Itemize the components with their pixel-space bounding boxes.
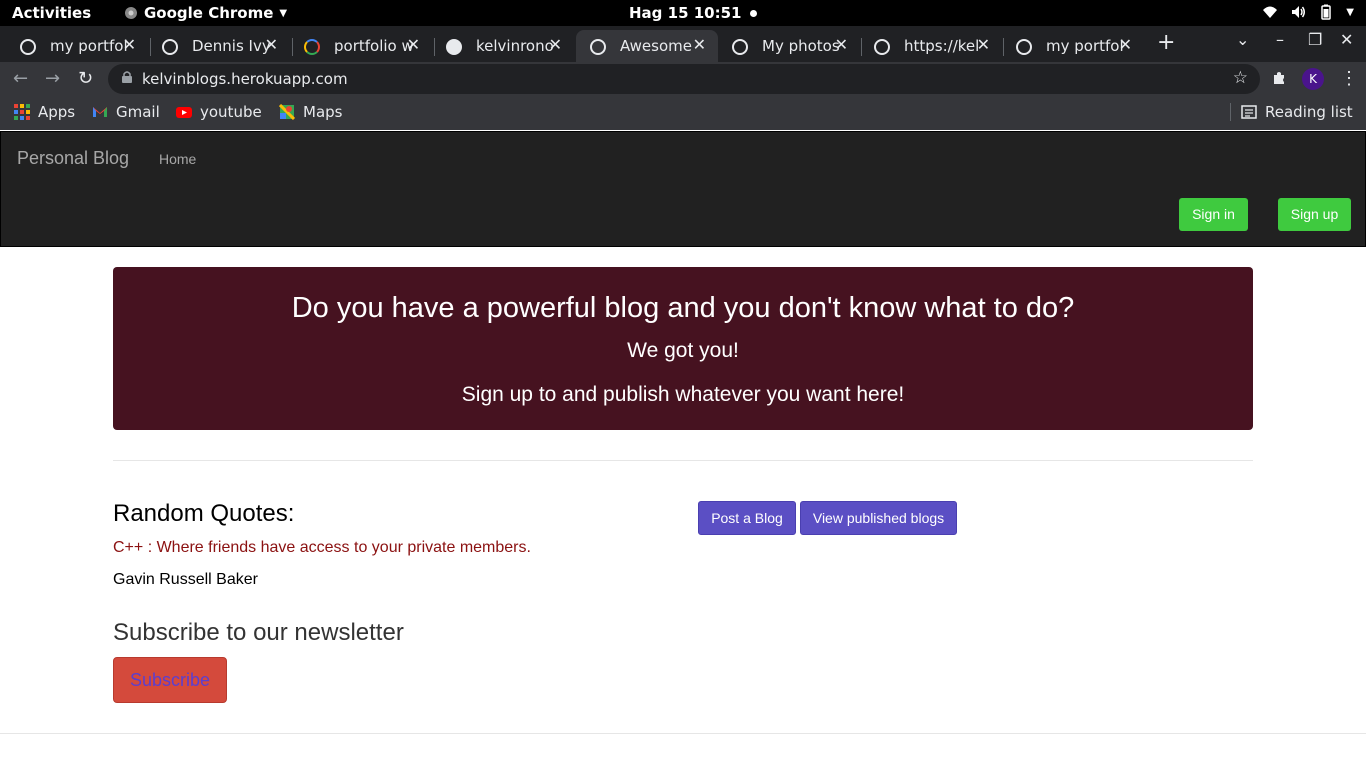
globe-icon [1016,39,1032,55]
reading-list-icon [1241,105,1257,119]
globe-icon [162,39,178,55]
tab-title: my portfol [1046,37,1124,55]
bookmark-gmail[interactable]: Gmail [92,103,160,121]
tab-title: Dennis Ivy [192,37,271,55]
tab[interactable]: portfolio w ✕ [290,30,432,62]
wifi-icon [1263,6,1278,18]
system-top-bar: Activities Google Chrome ▼ Hag 15 10:51 … [0,0,1366,26]
close-icon[interactable]: ✕ [693,35,706,54]
hero-subheading: We got you! [627,339,739,362]
close-icon[interactable]: ✕ [549,35,562,54]
close-icon[interactable]: ✕ [407,35,420,54]
tab-title: portfolio w [334,37,414,55]
hero-jumbotron: Do you have a powerful blog and you don'… [113,267,1253,430]
browser-toolbar: ← → ↻ kelvinblogs.herokuapp.com ☆ K ⋮ [0,62,1366,96]
sign-in-button[interactable]: Sign in [1179,198,1248,231]
close-icon[interactable]: ✕ [835,35,848,54]
globe-icon [874,39,890,55]
tab[interactable]: kelvinrono ✕ [432,30,574,62]
close-window-icon[interactable]: ✕ [1340,30,1353,49]
clock[interactable]: Hag 15 10:51 [629,4,741,22]
post-blog-button[interactable]: Post a Blog [698,501,796,535]
bookmark-youtube[interactable]: youtube [176,103,262,121]
battery-icon [1321,4,1332,20]
github-icon [446,39,462,55]
url-text: kelvinblogs.herokuapp.com [142,70,348,88]
tab-title: https://kel [904,37,980,55]
caret-down-icon: ▼ [279,7,288,19]
divider [113,460,1253,461]
back-arrow-icon[interactable]: ← [13,68,28,89]
reload-icon[interactable]: ↻ [78,68,93,89]
tab-title: Awesome [620,37,692,55]
lock-icon[interactable] [122,71,132,83]
app-menu[interactable]: Google Chrome ▼ [124,4,287,22]
youtube-icon [176,107,192,118]
profile-avatar[interactable]: K [1302,68,1324,90]
subscribe-button[interactable]: Subscribe [113,657,227,703]
globe-icon [590,39,606,55]
maps-icon [279,104,295,120]
bookmark-apps[interactable]: Apps [14,103,75,121]
tab[interactable]: Dennis Ivy ✕ [148,30,290,62]
minimize-icon[interactable]: – [1276,30,1284,49]
close-icon[interactable]: ✕ [1119,35,1132,54]
tab[interactable]: https://kel ✕ [860,30,1002,62]
address-bar[interactable]: kelvinblogs.herokuapp.com ☆ [108,64,1260,94]
google-icon [304,39,320,55]
bookmarks-bar: Apps Gmail youtube Maps Reading list [0,96,1366,130]
reading-list-label: Reading list [1265,103,1353,121]
tab-title: My photos [762,37,840,55]
close-icon[interactable]: ✕ [977,35,990,54]
globe-icon [20,39,36,55]
quote-text: C++ : Where friends have access to your … [113,539,531,556]
extensions-puzzle-icon[interactable] [1271,70,1287,86]
system-tray[interactable]: ▼ [1262,4,1354,20]
forward-arrow-icon[interactable]: → [45,68,60,89]
tab[interactable]: my portfol ✕ [6,30,148,62]
activities-button[interactable]: Activities [12,4,91,22]
globe-icon [732,39,748,55]
reading-list-button[interactable]: Reading list [1230,103,1353,121]
footer-divider [0,733,1366,734]
quote-author: Gavin Russell Baker [113,571,258,588]
bookmark-maps[interactable]: Maps [279,103,342,121]
nav-link-home[interactable]: Home [159,151,196,167]
gmail-icon [93,107,107,117]
site-brand[interactable]: Personal Blog [17,148,129,169]
tab-search-icon[interactable]: ⌄ [1236,30,1249,49]
web-page: Personal Blog Home Sign in Sign up Do yo… [0,131,1366,768]
hero-cta-text: Sign up to and publish whatever you want… [461,383,905,406]
quotes-title: Random Quotes: [113,500,295,527]
hero-heading: Do you have a powerful blog and you don'… [291,292,1075,324]
chrome-icon [125,7,137,19]
bookmark-star-icon[interactable]: ☆ [1233,68,1248,88]
newsletter-title: Subscribe to our newsletter [113,619,404,646]
restore-icon[interactable]: ❐ [1308,30,1322,49]
app-menu-label: Google Chrome [144,4,274,22]
tab-active[interactable]: Awesome ✕ [576,30,718,62]
view-blogs-button[interactable]: View published blogs [800,501,957,535]
menu-kebab-icon[interactable]: ⋮ [1340,68,1358,89]
apps-grid-icon [14,104,30,120]
bookmark-label: Apps [38,103,76,121]
tab-title: kelvinrono [476,37,554,55]
notification-dot-icon [750,10,757,17]
site-navbar: Personal Blog Home Sign in Sign up [0,131,1366,247]
close-icon[interactable]: ✕ [123,35,136,54]
close-icon[interactable]: ✕ [265,35,278,54]
bookmark-label: Gmail [116,103,160,121]
tab-title: my portfol [50,37,128,55]
sign-up-button[interactable]: Sign up [1278,198,1351,231]
bookmark-label: Maps [303,103,343,121]
caret-down-icon: ▼ [1346,6,1354,18]
bookmark-label: youtube [200,103,262,121]
tab[interactable]: My photos ✕ [718,30,860,62]
new-tab-icon[interactable]: + [1157,30,1175,55]
volume-icon [1292,6,1306,18]
tab[interactable]: my portfol ✕ [1002,30,1144,62]
